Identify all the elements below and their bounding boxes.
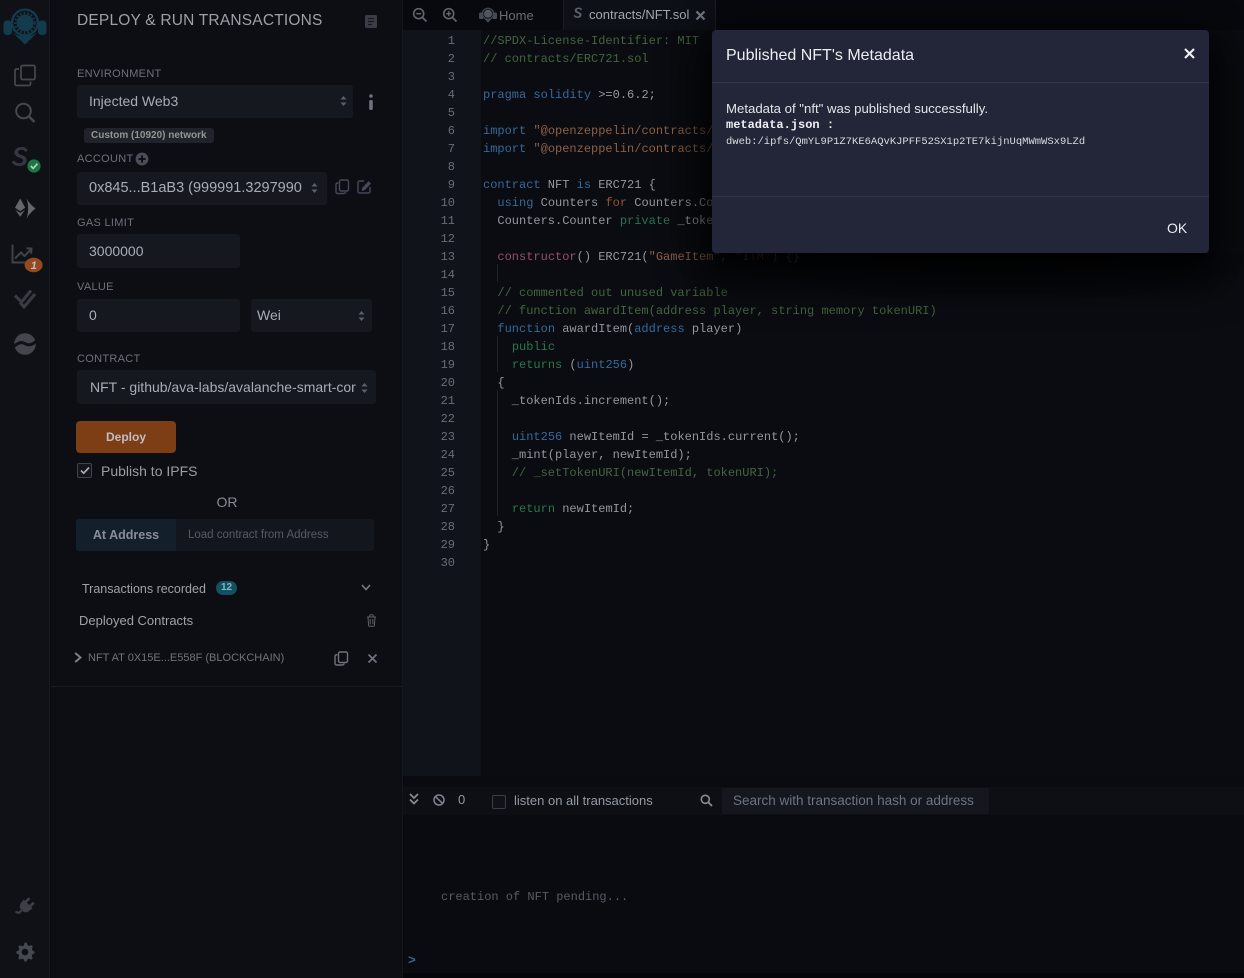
svg-text:1: 1 <box>31 260 37 272</box>
